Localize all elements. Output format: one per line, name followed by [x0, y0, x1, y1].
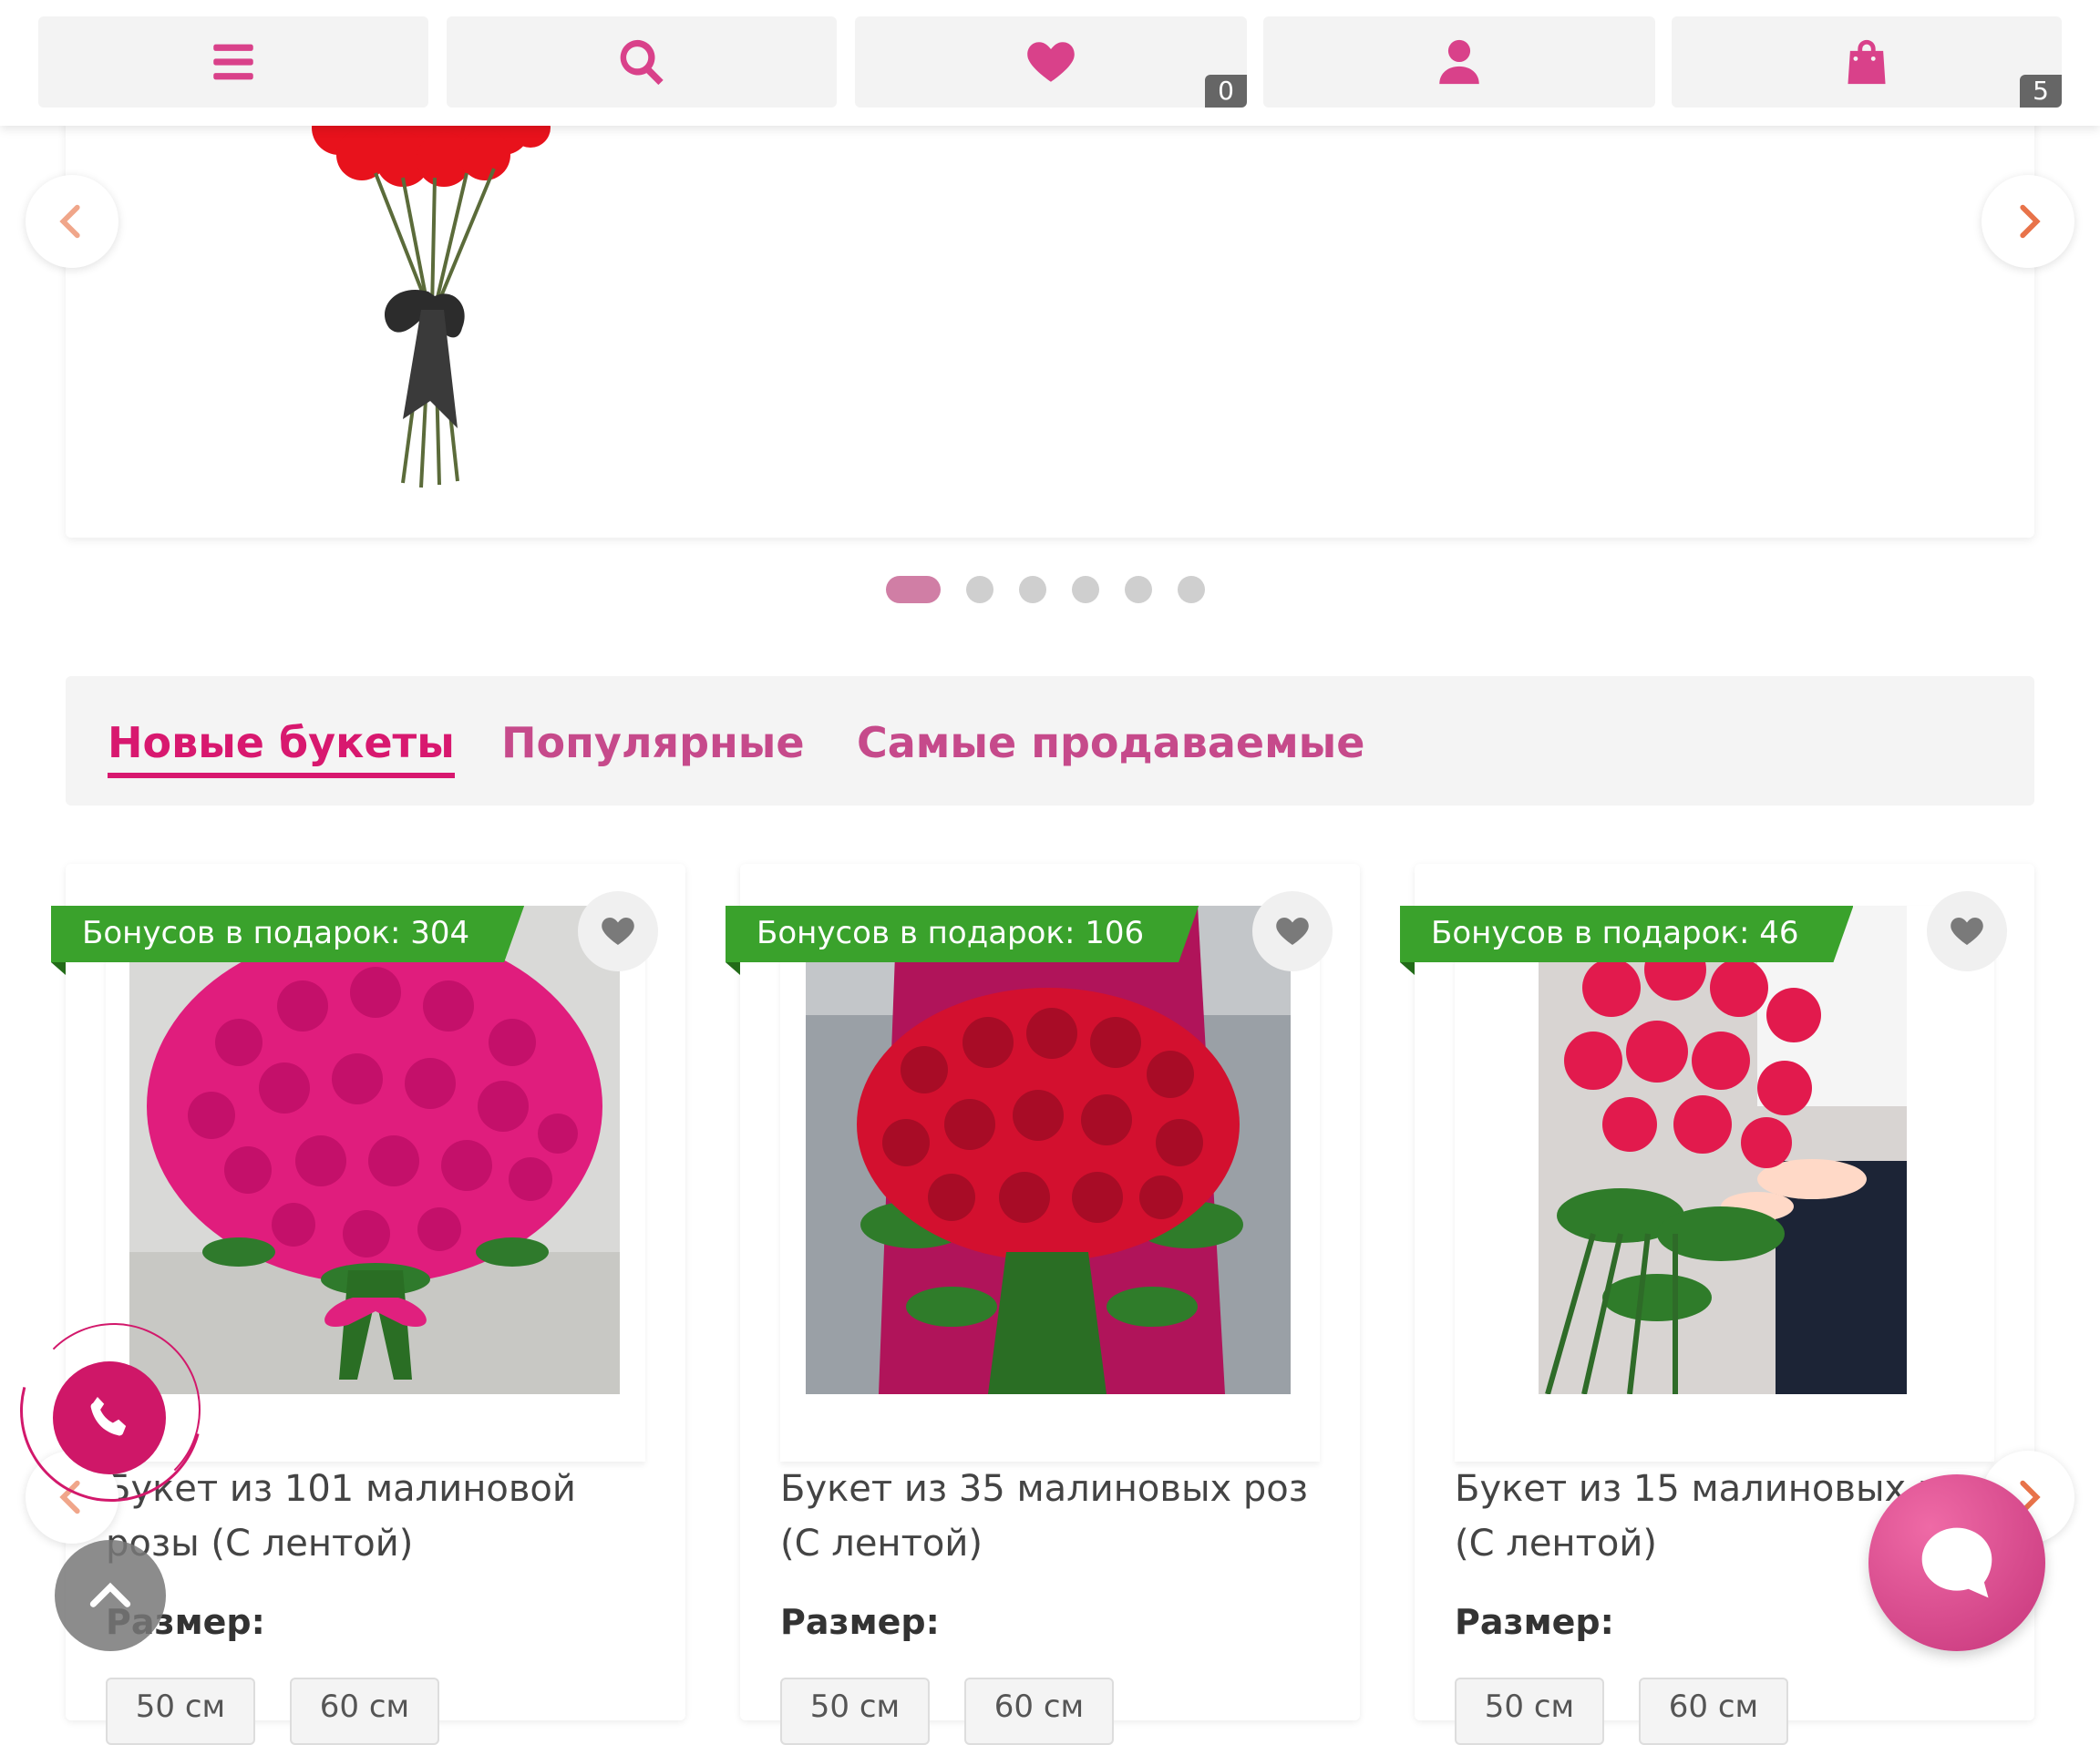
rose-bouquet-photo	[806, 906, 1291, 1394]
bonus-badge: Бонусов в подарок: 106	[726, 906, 1199, 962]
phone-icon	[90, 1397, 127, 1436]
bonus-badge: Бонусов в подарок: 46	[1400, 906, 1853, 962]
size-option[interactable]: 50 см	[1455, 1678, 1604, 1745]
rose-bouquet-photo	[129, 906, 620, 1394]
add-to-favorites-button[interactable]	[1927, 891, 2007, 971]
product-image-frame	[1455, 906, 1994, 1462]
heart-icon	[1951, 918, 1983, 945]
menu-button[interactable]	[38, 16, 428, 108]
chat-icon	[1921, 1527, 1992, 1598]
size-option[interactable]: 50 см	[780, 1678, 930, 1745]
tab-popular[interactable]: Популярные	[501, 718, 805, 767]
slider-dot[interactable]	[886, 576, 941, 603]
heart-icon	[1027, 42, 1075, 82]
search-icon	[620, 39, 664, 86]
rose-bouquet-photo	[1539, 906, 1907, 1394]
product-card[interactable]: Бонусов в подарок: 106 Букет из 35 малин…	[726, 864, 1360, 1745]
product-image[interactable]	[1539, 906, 1907, 1394]
bonus-badge: Бонусов в подарок: 304	[51, 906, 524, 962]
product-image[interactable]	[806, 906, 1291, 1394]
favorites-button[interactable]: 0	[855, 16, 1247, 108]
product-tabs: Новые букеты Популярные Самые продаваемы…	[66, 676, 2034, 806]
size-option[interactable]: 60 см	[964, 1678, 1114, 1745]
bonus-badge-fold	[1400, 962, 1415, 975]
menu-icon	[213, 44, 253, 80]
product-title[interactable]: Букет из 35 малиновых роз (С лентой)	[780, 1462, 1327, 1571]
chevron-left-icon	[59, 204, 80, 239]
shopping-bag-icon	[1848, 39, 1886, 85]
slider-dot[interactable]	[1072, 576, 1099, 603]
bonus-badge-fold	[726, 962, 740, 975]
size-label: Размер:	[1455, 1602, 1614, 1642]
tab-new-bouquets[interactable]: Новые букеты	[108, 718, 455, 778]
chevron-up-icon	[89, 1582, 131, 1607]
product-image[interactable]	[129, 906, 620, 1394]
heart-icon	[602, 918, 634, 945]
bonus-badge-fold	[51, 962, 66, 975]
product-image-frame	[780, 906, 1320, 1462]
user-icon	[1439, 39, 1479, 85]
slider-dot[interactable]	[1019, 576, 1046, 603]
slider-pagination	[886, 576, 1205, 603]
hero-next-button[interactable]	[1982, 175, 2074, 268]
favorites-count-badge: 0	[1205, 75, 1247, 108]
cart-count-badge: 5	[2020, 75, 2062, 108]
chevron-right-icon	[2020, 204, 2041, 239]
size-option[interactable]: 60 см	[290, 1678, 439, 1745]
cart-button[interactable]: 5	[1672, 16, 2062, 108]
slider-dot[interactable]	[966, 576, 993, 603]
chat-button[interactable]	[1868, 1474, 2045, 1651]
size-option[interactable]: 50 см	[106, 1678, 255, 1745]
search-button[interactable]	[447, 16, 837, 108]
scroll-to-top-button[interactable]	[55, 1540, 166, 1651]
slider-dot[interactable]	[1178, 576, 1205, 603]
account-button[interactable]	[1263, 16, 1655, 108]
product-title[interactable]: Букет из 101 малиновой розы (С лентой)	[106, 1462, 653, 1571]
call-button[interactable]	[53, 1361, 166, 1474]
hero-prev-button[interactable]	[26, 175, 118, 268]
add-to-favorites-button[interactable]	[1252, 891, 1333, 971]
add-to-favorites-button[interactable]	[578, 891, 658, 971]
tab-bestsellers[interactable]: Самые продаваемые	[857, 718, 1364, 767]
size-option[interactable]: 60 см	[1639, 1678, 1788, 1745]
heart-icon	[1276, 918, 1309, 945]
size-label: Размер:	[780, 1602, 940, 1642]
slider-dot[interactable]	[1125, 576, 1152, 603]
top-navigation: 0 5	[0, 0, 2100, 126]
